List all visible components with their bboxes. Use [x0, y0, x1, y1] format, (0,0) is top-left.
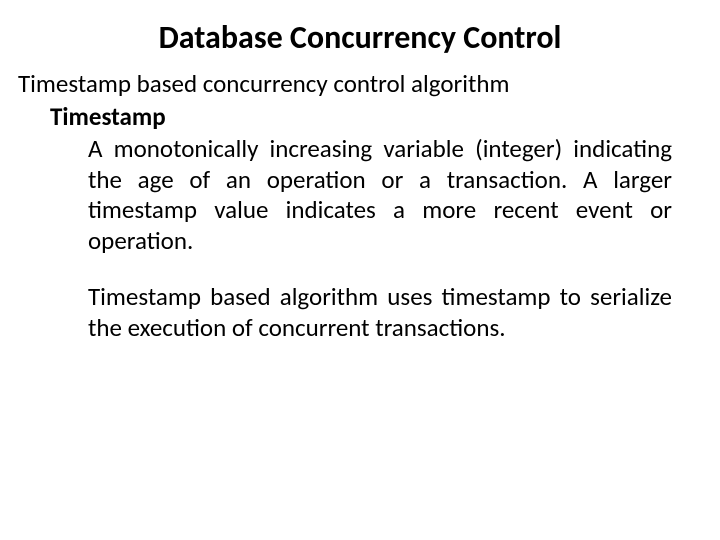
term-heading: Timestamp: [50, 101, 690, 132]
definition-paragraph: A monotonically increasing variable (int…: [88, 134, 672, 256]
slide: Database Concurrency Control Timestamp b…: [0, 0, 720, 540]
subtitle-text: Timestamp based concurrency control algo…: [18, 68, 690, 99]
slide-title: Database Concurrency Control: [0, 18, 720, 57]
explanation-paragraph: Timestamp based algorithm uses timestamp…: [88, 282, 672, 343]
slide-body: Timestamp based concurrency control algo…: [18, 68, 690, 343]
